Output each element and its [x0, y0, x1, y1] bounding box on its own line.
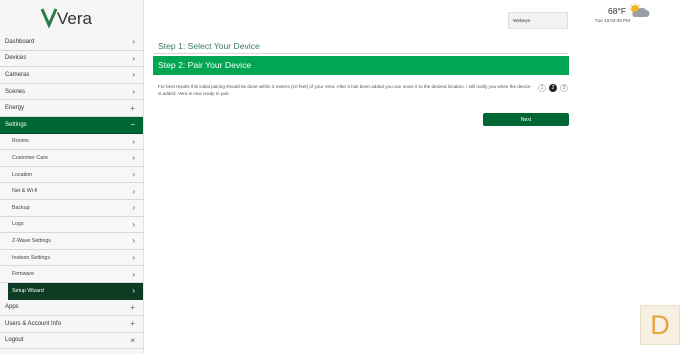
- sidebar-item-cameras[interactable]: Cameras ›: [0, 67, 143, 84]
- sidebar-item-label: Scenes: [5, 88, 26, 95]
- sidebar-item-label: Users & Account Info: [5, 320, 62, 327]
- corner-badge-letter: D: [650, 309, 670, 340]
- chevron-right-icon: ›: [132, 186, 135, 196]
- sidebar-item-logs[interactable]: Logs ›: [0, 216, 143, 234]
- chevron-right-icon: ›: [132, 253, 135, 263]
- sidebar-item-logout[interactable]: Logout ×: [0, 333, 143, 350]
- chevron-right-icon: ›: [132, 286, 135, 296]
- sidebar-item-label: Dashboard: [5, 38, 35, 45]
- datetime-readout: Tue 10:02:35 PM: [595, 18, 631, 23]
- sidebar-item-label: Location: [12, 171, 33, 178]
- sidebar-nav: Dashboard › Devices › Cameras › Scenes › Energy +…: [0, 34, 143, 350]
- vera-logo-icon: Vera: [40, 8, 93, 28]
- chevron-right-icon: ›: [132, 203, 135, 213]
- plus-icon: +: [130, 319, 135, 329]
- sidebar-item-firmware[interactable]: Firmware ›: [0, 266, 143, 283]
- chevron-right-icon: ›: [132, 236, 135, 246]
- sidebar-item-label: Z-Wave Settings: [12, 237, 51, 244]
- chevron-right-icon: ›: [132, 53, 135, 63]
- sidebar-item-label: Devices: [5, 55, 27, 62]
- sidebar-item-settings[interactable]: Settings −: [0, 116, 143, 134]
- sidebar-item-location[interactable]: Location ›: [0, 166, 143, 184]
- plus-icon: +: [130, 302, 135, 312]
- step2-header: Step 2: Pair Your Device: [153, 56, 569, 75]
- vera-logo[interactable]: Vera: [0, 0, 143, 34]
- logo-text: Vera: [57, 9, 93, 28]
- minus-icon: −: [130, 120, 135, 130]
- sidebar-item-energy[interactable]: Energy +: [0, 100, 143, 117]
- sidebar-item-label: Logs: [12, 221, 24, 228]
- sidebar-item-scenes[interactable]: Scenes ›: [0, 84, 143, 101]
- weather-icon: [628, 3, 650, 24]
- sidebar-item-label: Cameras: [5, 71, 30, 78]
- sidebar-item-insteon-settings[interactable]: Insteon Settings ›: [0, 249, 143, 267]
- sidebar-item-label: Insteon Settings: [12, 254, 50, 261]
- chevron-right-icon: ›: [132, 170, 135, 180]
- step-pager: 1 2 3: [538, 84, 568, 92]
- step1-header[interactable]: Step 1: Select Your Device: [153, 39, 569, 54]
- pairing-instructions: For best results this initial pairing sh…: [158, 84, 531, 96]
- sidebar-item-label: Customer Care: [12, 154, 48, 161]
- sidebar-item-rooms[interactable]: Rooms ›: [0, 133, 143, 151]
- chevron-right-icon: ›: [132, 219, 135, 229]
- sidebar-item-label: Logout: [5, 337, 24, 344]
- sidebar: Vera Dashboard › Devices › Cameras › Scenes › En…: [0, 0, 144, 354]
- sidebar-item-net-wi-fi[interactable]: Net & Wi-fi ›: [0, 183, 143, 200]
- temperature-readout: 68°F: [608, 6, 627, 16]
- sidebar-item-backup[interactable]: Backup ›: [0, 199, 143, 217]
- pager-dot-3[interactable]: 3: [560, 84, 568, 92]
- sidebar-item-setup-wizard[interactable]: Setup Wizard ›: [8, 282, 143, 300]
- chevron-right-icon: ›: [132, 153, 135, 163]
- chevron-right-icon: ›: [132, 136, 135, 146]
- chevron-right-icon: ›: [132, 37, 135, 47]
- pager-dot-1[interactable]: 1: [538, 84, 546, 92]
- pager-dot-2[interactable]: 2: [549, 84, 557, 92]
- sidebar-item-z-wave-settings[interactable]: Z-Wave Settings ›: [0, 233, 143, 250]
- sidebar-item-apps[interactable]: Apps +: [0, 300, 143, 317]
- top-bar: 68°F Tue 10:02:35 PM Webeye: [143, 0, 690, 34]
- next-button[interactable]: Next: [483, 113, 569, 126]
- sidebar-item-dashboard[interactable]: Dashboard ›: [0, 34, 143, 51]
- chevron-right-icon: ›: [132, 70, 135, 80]
- close-icon: ×: [130, 335, 135, 345]
- chevron-right-icon: ›: [132, 269, 135, 279]
- sidebar-item-label: Rooms: [12, 138, 29, 145]
- user-account-box[interactable]: Webeye: [508, 12, 568, 29]
- sidebar-item-devices[interactable]: Devices ›: [0, 51, 143, 68]
- sidebar-item-label: Net & Wi-fi: [12, 188, 38, 195]
- sidebar-item-label: Settings: [5, 121, 27, 128]
- chevron-right-icon: ›: [132, 87, 135, 97]
- sidebar-item-label: Setup Wizard: [12, 287, 44, 294]
- plus-icon: +: [130, 103, 135, 113]
- sidebar-item-users-account-info[interactable]: Users & Account Info +: [0, 316, 143, 333]
- sidebar-item-label: Energy: [5, 105, 25, 112]
- sidebar-item-customer-care[interactable]: Customer Care ›: [0, 150, 143, 167]
- user-name: Webeye: [513, 18, 531, 23]
- sidebar-item-label: Apps: [5, 304, 19, 311]
- sidebar-item-label: Backup: [12, 204, 30, 211]
- corner-badge: D: [640, 305, 680, 345]
- sidebar-item-label: Firmware: [12, 271, 35, 278]
